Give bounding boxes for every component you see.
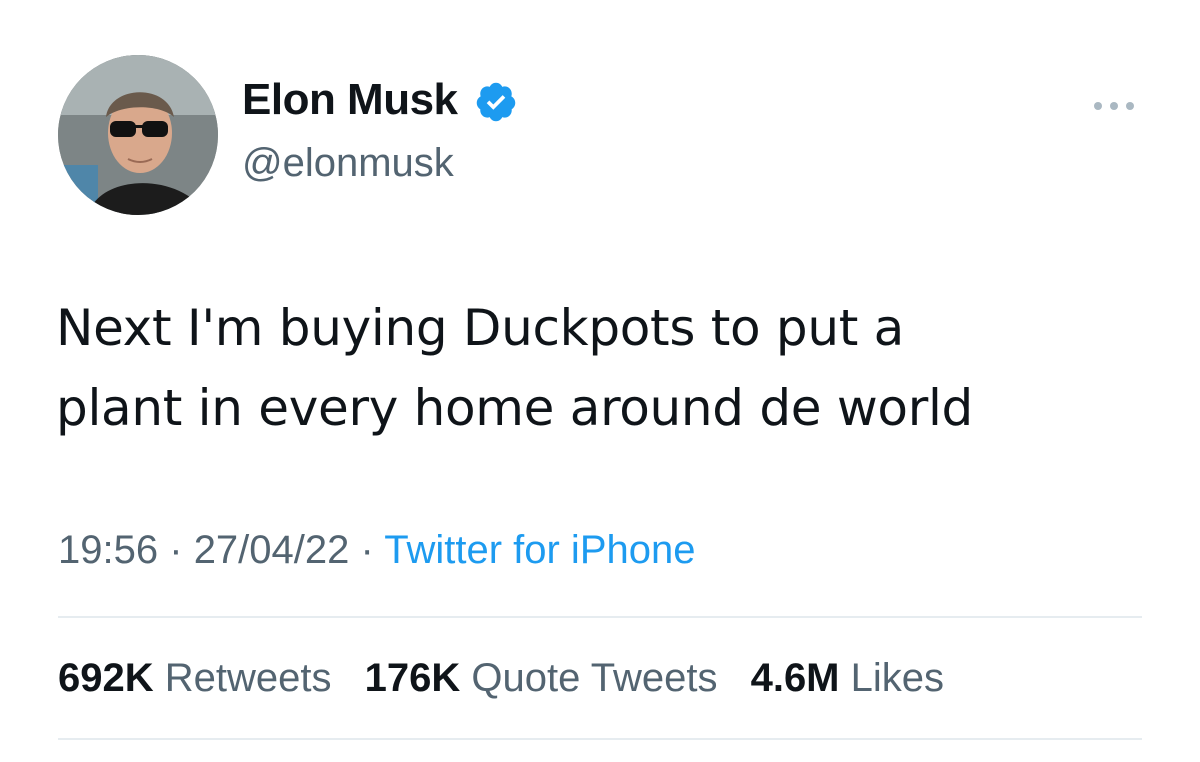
likes-label: Likes: [850, 656, 945, 700]
likes-count: 4.6M: [750, 656, 840, 700]
author-display-name[interactable]: Elon Musk: [242, 78, 458, 122]
tweet-text: Next I'm buying Duckpots to put a plant …: [56, 288, 1156, 448]
avatar[interactable]: [58, 55, 218, 215]
tweet-date[interactable]: 27/04/22: [194, 528, 350, 572]
meta-separator: ·: [169, 528, 183, 572]
author-handle[interactable]: @elonmusk: [242, 143, 454, 183]
tweet-meta: 19:56 · 27/04/22 · Twitter for iPhone: [58, 530, 695, 570]
tweet-stats: 692K Retweets 176K Quote Tweets 4.6M Lik…: [58, 658, 966, 698]
quote-tweets-stat[interactable]: 176K Quote Tweets: [365, 658, 718, 698]
retweets-label: Retweets: [164, 656, 332, 700]
quote-tweets-count: 176K: [364, 656, 461, 700]
divider: [58, 616, 1142, 618]
meta-separator: ·: [360, 528, 374, 572]
quote-tweets-label: Quote Tweets: [471, 656, 718, 700]
verified-badge-icon: [476, 82, 516, 122]
retweets-stat[interactable]: 692K Retweets: [58, 658, 332, 698]
tweet-text-line: Next I'm buying Duckpots to put a: [56, 299, 904, 357]
tweet-text-line: plant in every home around de world: [56, 379, 973, 437]
tweet-time[interactable]: 19:56: [58, 528, 158, 572]
divider: [58, 738, 1142, 740]
likes-stat[interactable]: 4.6M Likes: [751, 658, 944, 698]
more-options-icon[interactable]: [1090, 96, 1138, 116]
tweet-source-link[interactable]: Twitter for iPhone: [384, 528, 695, 572]
retweets-count: 692K: [58, 656, 154, 700]
